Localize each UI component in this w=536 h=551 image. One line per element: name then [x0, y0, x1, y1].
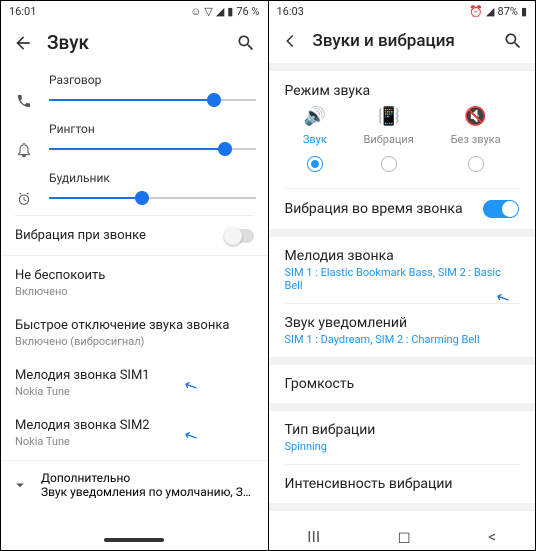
home-icon[interactable]: ◻ — [398, 527, 411, 546]
status-bar: 16:03 ⏰ ◢ 87% ▮ — [269, 1, 536, 21]
chevron-down-icon — [11, 476, 29, 494]
smile-icon: ☺ — [190, 5, 201, 18]
slider-row-call: Разговор — [1, 66, 268, 115]
mode-label: Звук — [303, 133, 327, 146]
row-secondary: Включено — [15, 285, 254, 298]
bell-icon — [13, 122, 35, 158]
row-secondary: Включено (вибросигнал) — [15, 335, 254, 348]
row-primary: Звук уведомлений — [285, 315, 520, 331]
back-nav-icon[interactable]: < — [488, 527, 496, 546]
row-secondary: SIM 1 : Daydream, SIM 2 : Charming Bell — [285, 333, 520, 346]
battery-text: 87% — [498, 5, 518, 18]
row-primary: Тип вибрации — [285, 422, 520, 438]
mode-label: Без звука — [451, 133, 501, 146]
radio[interactable] — [381, 156, 397, 172]
row-primary: Громкость — [285, 376, 520, 392]
row-primary: Не беспокоить — [15, 268, 254, 283]
search-icon[interactable] — [503, 31, 523, 51]
slider-row-alarm: Будильник — [1, 164, 268, 213]
back-icon[interactable] — [13, 33, 33, 53]
content: Режим звука 🔊 Звук 📳 Вибрация 🔇 Без — [269, 63, 536, 522]
mode-vibrate[interactable]: 📳 Вибрация — [364, 105, 414, 172]
mode-sound[interactable]: 🔊 Звук — [303, 105, 327, 172]
row-vibration-intensity[interactable]: Интенсивность вибрации — [269, 465, 536, 503]
toggle-off[interactable] — [224, 229, 254, 243]
battery-icon: ▮ — [521, 5, 527, 18]
battery-text: 76 % — [236, 5, 259, 18]
vibrate-icon: 📳 — [377, 105, 399, 127]
recents-icon[interactable]: III — [307, 527, 320, 546]
slider-row-ringtone: Рингтон — [1, 115, 268, 164]
slider-ringtone[interactable] — [49, 140, 256, 158]
toggle-on[interactable] — [483, 200, 519, 218]
row-secondary: Spinning — [285, 440, 520, 453]
radio[interactable] — [468, 156, 484, 172]
row-notification-sound[interactable]: Звук уведомлений SIM 1 : Daydream, SIM 2… — [269, 304, 536, 357]
slider-label: Рингтон — [49, 122, 256, 136]
status-time: 16:01 — [9, 5, 36, 18]
page-title: Звук — [47, 31, 222, 54]
status-bar: 16:01 ☺ ▽ ◢ ▮ 76 % — [1, 1, 268, 21]
row-primary: Вибрация во время звонка — [285, 201, 463, 217]
row-system-sounds[interactable]: Вибрация/системные звуки Настройка звуко… — [269, 511, 536, 522]
slider-label: Будильник — [49, 171, 256, 185]
row-ringtone[interactable]: Мелодия звонка SIM 1 : Elastic Bookmark … — [269, 237, 536, 303]
row-vibrate-on-ring[interactable]: Вибрация при звонке — [1, 218, 268, 253]
alarm-indicator-icon: ⏰ — [469, 5, 483, 18]
status-time: 16:03 — [277, 5, 304, 18]
row-secondary: Звук уведомления по умолчанию, Звук буди… — [41, 485, 258, 499]
row-secondary: Nokia Tune — [15, 385, 254, 398]
status-right: ☺ ▽ ◢ ▮ 76 % — [190, 5, 259, 18]
row-dnd[interactable]: Не беспокоить Включено — [1, 258, 268, 308]
row-primary: Мелодия звонка — [285, 248, 520, 264]
row-volume[interactable]: Громкость — [269, 365, 536, 403]
row-ringtone-sim1[interactable]: Мелодия звонка SIM1 Nokia Tune ↖ — [1, 358, 268, 408]
signal-icon: ◢ — [216, 5, 224, 18]
row-primary: Интенсивность вибрации — [285, 476, 520, 492]
radio-selected[interactable] — [307, 156, 323, 172]
page-title: Звуки и вибрация — [313, 31, 490, 51]
mode-label: Вибрация — [364, 133, 414, 146]
back-icon[interactable] — [281, 32, 299, 50]
header: Звук — [1, 21, 268, 66]
row-secondary: Nokia Tune — [15, 435, 254, 448]
mode-mute[interactable]: 🔇 Без звука — [451, 105, 501, 172]
row-vibration-type[interactable]: Тип вибрации Spinning — [269, 411, 536, 464]
content: Разговор Рингтон Будильник — [1, 66, 268, 530]
row-more[interactable]: Дополнительно Звук уведомления по умолча… — [1, 463, 268, 507]
nav-bar: III ◻ < — [269, 522, 536, 550]
battery-icon: ▮ — [227, 5, 233, 18]
row-primary: Мелодия звонка SIM2 — [15, 418, 254, 433]
alarm-icon — [13, 171, 35, 207]
slider-alarm[interactable] — [49, 189, 256, 207]
row-secondary: SIM 1 : Elastic Bookmark Bass, SIM 2 : B… — [285, 266, 520, 292]
row-quick-mute[interactable]: Быстрое отключение звука звонка Включено… — [1, 308, 268, 358]
row-primary: Мелодия звонка SIM1 — [15, 368, 254, 383]
search-icon[interactable] — [236, 33, 256, 53]
row-primary: Дополнительно — [41, 471, 258, 485]
wifi-icon: ▽ — [204, 5, 212, 18]
sound-mode-block: Режим звука 🔊 Звук 📳 Вибрация 🔇 Без — [269, 71, 536, 188]
nav-bar[interactable] — [1, 530, 268, 550]
mute-icon: 🔇 — [464, 105, 486, 127]
signal-icon: ◢ — [486, 5, 494, 18]
block-title: Режим звука — [285, 83, 520, 99]
phone-left: 16:01 ☺ ▽ ◢ ▮ 76 % Звук Разговор — [1, 1, 268, 550]
speaker-icon: 🔊 — [304, 105, 326, 127]
nav-pill-icon — [104, 538, 164, 542]
slider-label: Разговор — [49, 73, 256, 87]
slider-call[interactable] — [49, 91, 256, 109]
row-label: Вибрация при звонке — [15, 228, 146, 243]
row-primary: Быстрое отключение звука звонка — [15, 318, 254, 333]
phone-icon — [13, 73, 35, 109]
row-vibrate-while-ring[interactable]: Вибрация во время звонка — [269, 189, 536, 229]
phone-right: 16:03 ⏰ ◢ 87% ▮ Звуки и вибрация Режим з… — [269, 1, 536, 550]
row-ringtone-sim2[interactable]: Мелодия звонка SIM2 Nokia Tune ↖ — [1, 408, 268, 458]
status-right: ⏰ ◢ 87% ▮ — [469, 5, 527, 18]
header: Звуки и вибрация — [269, 21, 536, 63]
